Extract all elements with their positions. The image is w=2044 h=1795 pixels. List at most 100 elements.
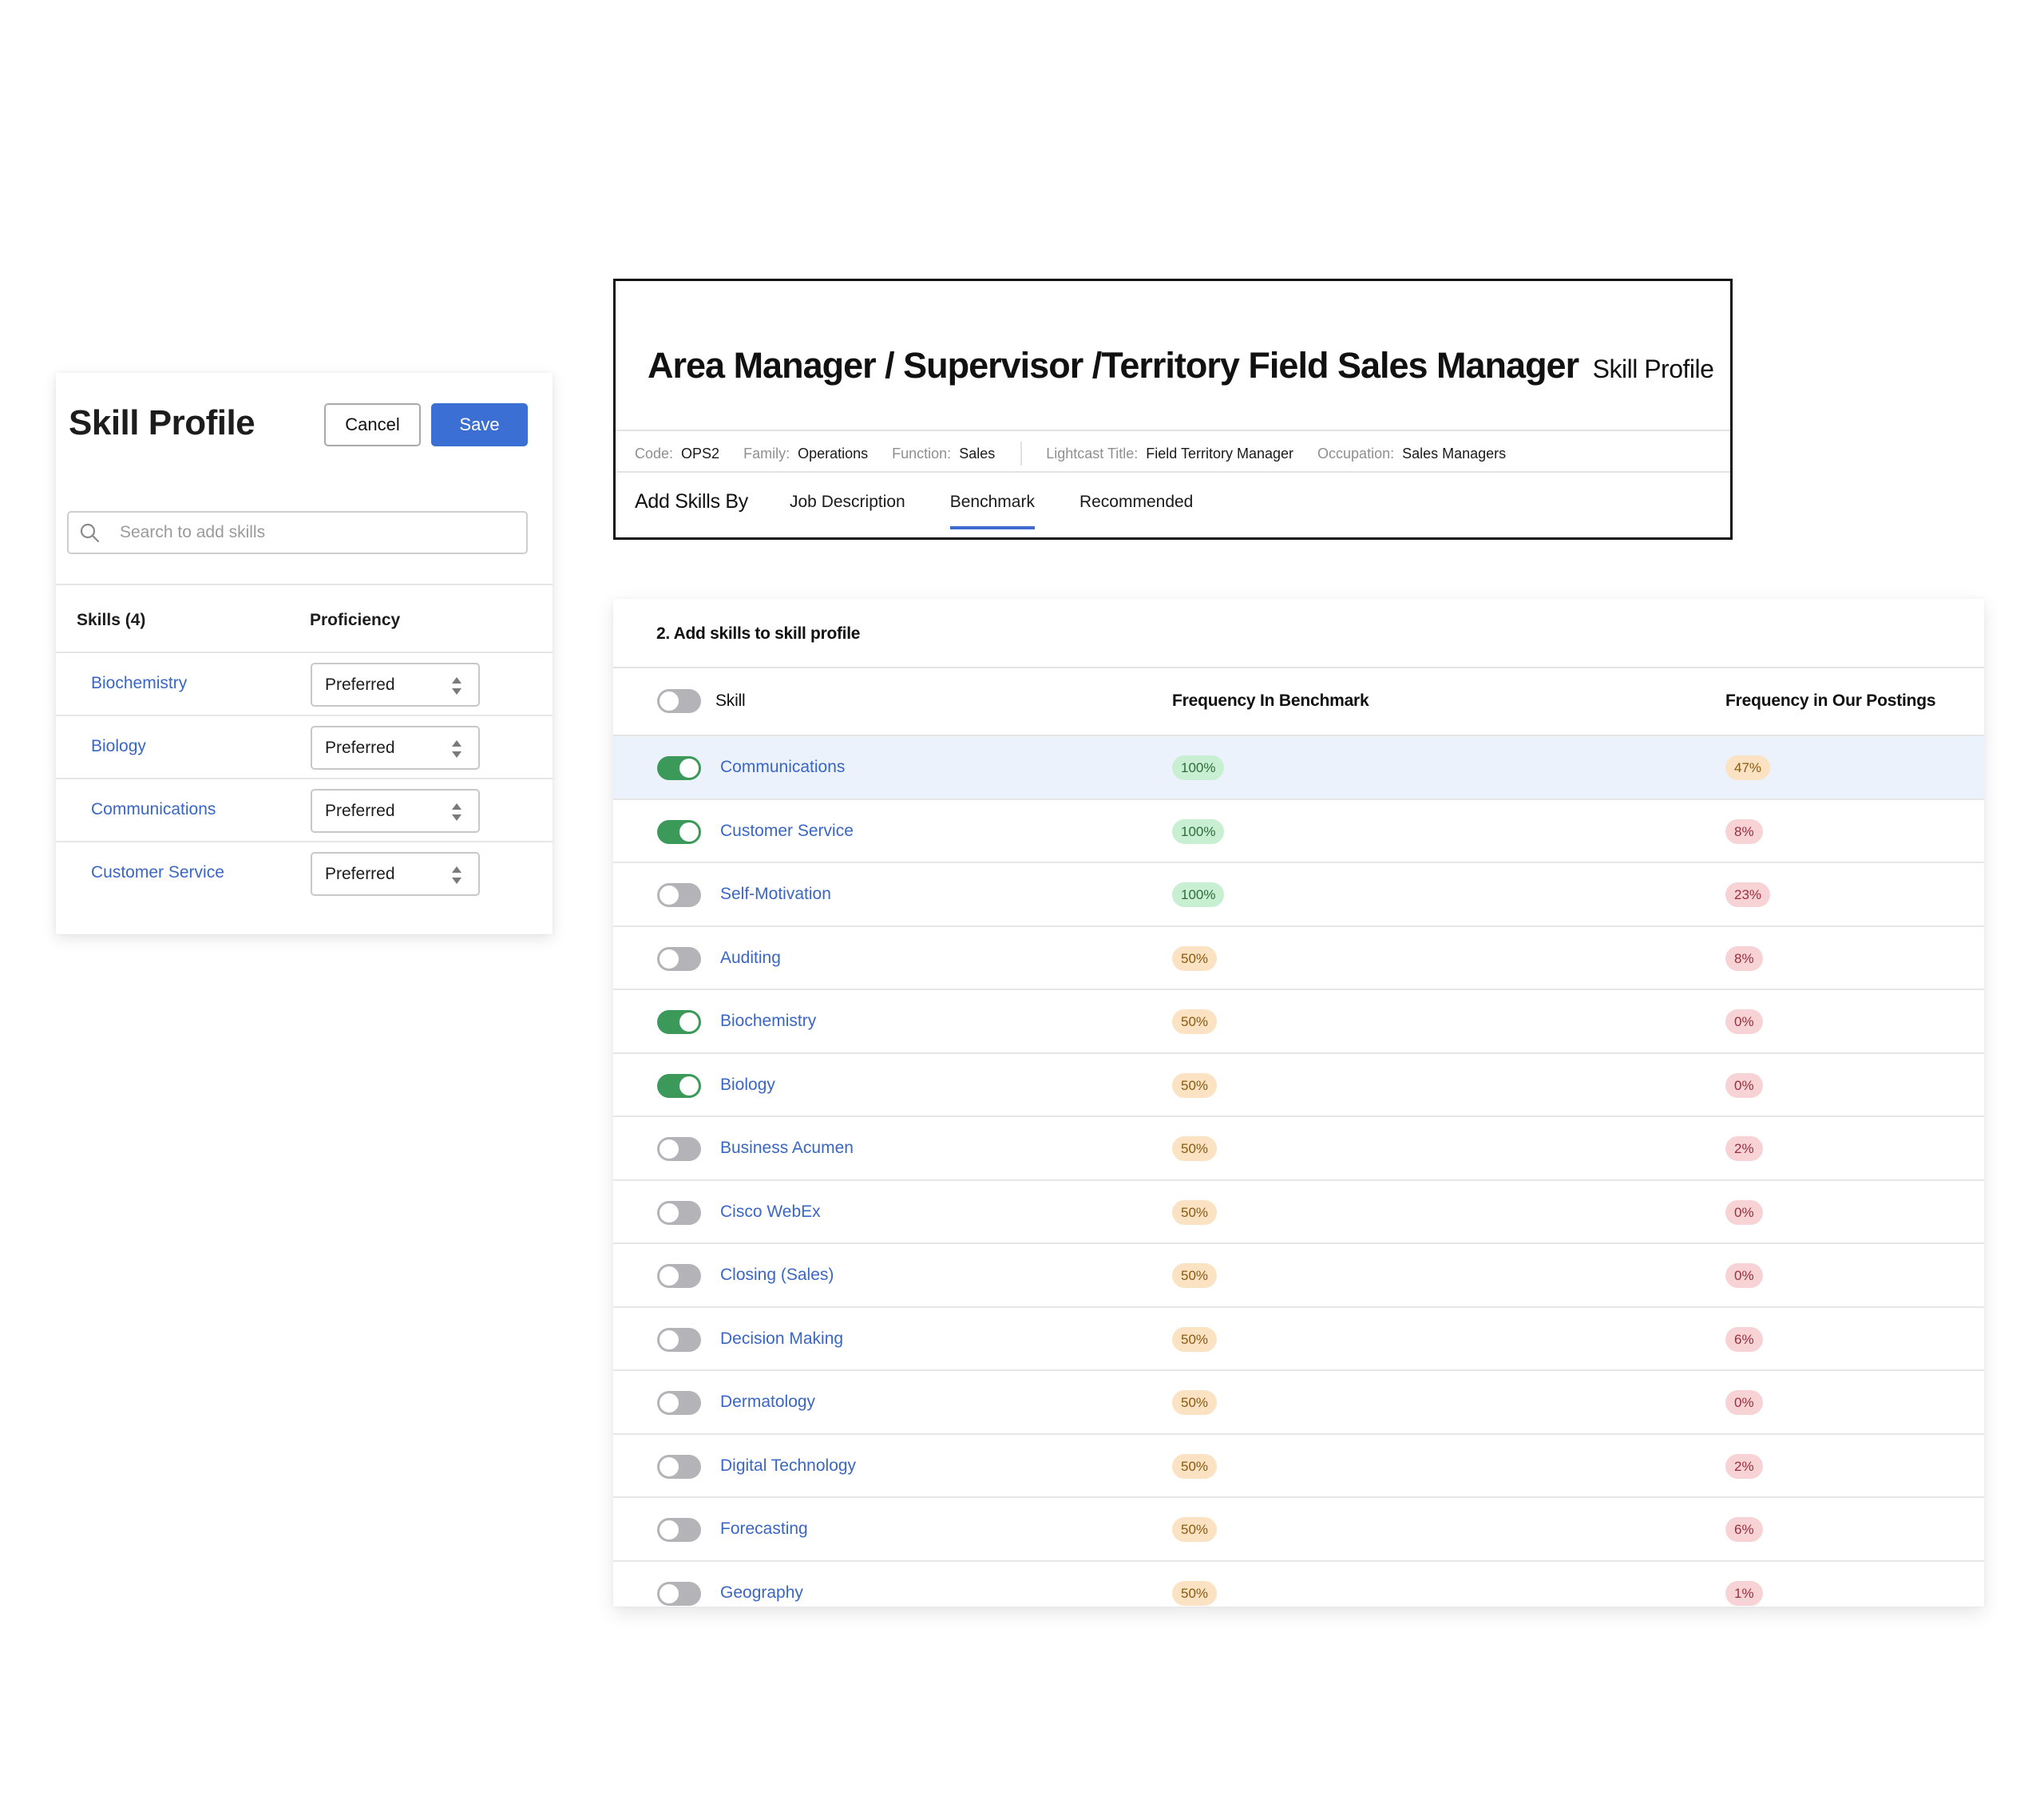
benchmark-skills-table: 2. Add skills to skill profile Skill Fre… bbox=[613, 599, 1984, 1607]
skill-link[interactable]: Dermatology bbox=[720, 1393, 815, 1412]
skill-row: Digital Technology 50% 2% bbox=[613, 1435, 1984, 1498]
skill-link[interactable]: Digital Technology bbox=[720, 1456, 856, 1476]
profile-skill-row: Biochemistry Preferred bbox=[56, 653, 553, 716]
toggle-knob bbox=[679, 1012, 699, 1032]
toggle-knob bbox=[679, 822, 699, 842]
skill-row: Closing (Sales) 50% 0% bbox=[613, 1244, 1984, 1308]
skill-search[interactable] bbox=[67, 511, 528, 554]
proficiency-value: Preferred bbox=[325, 738, 395, 757]
postings-frequency-badge: 2% bbox=[1725, 1136, 1763, 1161]
benchmark-frequency-badge: 50% bbox=[1172, 945, 1218, 971]
skill-link[interactable]: Customer Service bbox=[720, 822, 854, 841]
save-button[interactable]: Save bbox=[431, 403, 528, 446]
meta-label: Code: bbox=[635, 445, 674, 462]
skill-toggle[interactable] bbox=[657, 1073, 701, 1098]
proficiency-select[interactable]: Preferred bbox=[311, 663, 480, 707]
tab-benchmark[interactable]: Benchmark bbox=[949, 493, 1036, 529]
benchmark-frequency-badge: 50% bbox=[1172, 1009, 1218, 1034]
proficiency-select[interactable]: Preferred bbox=[311, 852, 480, 896]
toggle-knob bbox=[660, 949, 679, 969]
skill-toggle[interactable] bbox=[657, 1391, 701, 1415]
skill-row: Dermatology 50% 0% bbox=[613, 1371, 1984, 1435]
job-title-text: Area Manager / Supervisor /Territory Fie… bbox=[648, 345, 1579, 386]
meta-label: Occupation: bbox=[1317, 445, 1395, 462]
proficiency-select[interactable]: Preferred bbox=[311, 789, 480, 833]
profile-skill-row: Customer Service Preferred bbox=[56, 842, 553, 905]
benchmark-frequency-badge: 50% bbox=[1172, 1263, 1218, 1288]
skill-link[interactable]: Cisco WebEx bbox=[720, 1203, 821, 1222]
skill-link[interactable]: Geography bbox=[720, 1583, 803, 1603]
skill-toggle[interactable] bbox=[657, 819, 701, 844]
benchmark-frequency-badge: 100% bbox=[1172, 818, 1225, 844]
meta-label: Function: bbox=[892, 445, 952, 462]
column-header-benchmark: Frequency In Benchmark bbox=[1172, 691, 1369, 710]
skill-row: Decision Making 50% 6% bbox=[613, 1308, 1984, 1371]
toggle-knob bbox=[660, 1456, 679, 1476]
postings-frequency-badge: 6% bbox=[1725, 1517, 1763, 1542]
skill-toggle[interactable] bbox=[657, 1137, 701, 1161]
benchmark-frequency-badge: 50% bbox=[1172, 1517, 1218, 1542]
skill-link[interactable]: Self-Motivation bbox=[720, 885, 831, 904]
skill-row: Auditing 50% 8% bbox=[613, 927, 1984, 990]
meta-code: Code: OPS2 bbox=[635, 446, 719, 462]
skill-toggle[interactable] bbox=[657, 1200, 701, 1225]
select-stepper-icon bbox=[452, 677, 461, 695]
benchmark-frequency-badge: 50% bbox=[1172, 1326, 1218, 1352]
skill-link[interactable]: Forecasting bbox=[720, 1520, 808, 1539]
skill-link[interactable]: Communications bbox=[720, 758, 845, 777]
add-skills-tabs: Add Skills By Job Description Benchmark … bbox=[635, 490, 1238, 529]
toggle-knob bbox=[660, 1583, 679, 1603]
skill-row: Business Acumen 50% 2% bbox=[613, 1117, 1984, 1181]
profile-skill-link[interactable]: Communications bbox=[91, 800, 216, 819]
proficiency-select[interactable]: Preferred bbox=[311, 726, 480, 770]
skill-link[interactable]: Biochemistry bbox=[720, 1012, 816, 1031]
skill-toggle[interactable] bbox=[657, 946, 701, 971]
skill-profile-panel: Skill Profile Cancel Save Skills (4) Pro… bbox=[56, 373, 553, 934]
skill-toggle[interactable] bbox=[657, 1518, 701, 1542]
profile-skill-link[interactable]: Customer Service bbox=[91, 863, 224, 882]
job-meta-row: Code: OPS2 Family: Operations Function: … bbox=[635, 442, 1530, 466]
skill-link[interactable]: Biology bbox=[720, 1076, 775, 1095]
search-input[interactable] bbox=[120, 523, 503, 542]
skill-row: Biochemistry 50% 0% bbox=[613, 990, 1984, 1054]
column-header-postings: Frequency in Our Postings bbox=[1725, 691, 1936, 710]
skill-row: Geography 50% 1% bbox=[613, 1562, 1984, 1607]
skill-row: Biology 50% 0% bbox=[613, 1054, 1984, 1117]
profile-skill-link[interactable]: Biochemistry bbox=[91, 674, 187, 693]
select-all-toggle[interactable] bbox=[657, 689, 701, 713]
toggle-knob bbox=[660, 1393, 679, 1413]
meta-value: Field Territory Manager bbox=[1146, 445, 1294, 462]
skill-link[interactable]: Decision Making bbox=[720, 1329, 843, 1349]
tab-job-description[interactable]: Job Description bbox=[790, 493, 905, 512]
meta-value: Sales bbox=[959, 445, 996, 462]
postings-frequency-badge: 0% bbox=[1725, 1072, 1763, 1098]
job-header-card: Area Manager / Supervisor /Territory Fie… bbox=[613, 279, 1733, 540]
profile-skill-row: Biology Preferred bbox=[56, 716, 553, 779]
skill-toggle[interactable] bbox=[657, 1581, 701, 1606]
divider bbox=[616, 430, 1730, 431]
skill-link[interactable]: Closing (Sales) bbox=[720, 1266, 834, 1285]
skill-link[interactable]: Auditing bbox=[720, 949, 781, 968]
toggle-knob bbox=[660, 1329, 679, 1349]
tabs-label: Add Skills By bbox=[635, 490, 748, 513]
skill-toggle[interactable] bbox=[657, 1010, 701, 1034]
panel-title: Skill Profile bbox=[69, 403, 256, 442]
skill-toggle[interactable] bbox=[657, 1454, 701, 1479]
skill-toggle[interactable] bbox=[657, 1327, 701, 1352]
benchmark-frequency-badge: 50% bbox=[1172, 1136, 1218, 1161]
skill-toggle[interactable] bbox=[657, 883, 701, 907]
benchmark-frequency-badge: 100% bbox=[1172, 755, 1225, 780]
cancel-button[interactable]: Cancel bbox=[324, 403, 421, 446]
profile-skill-link[interactable]: Biology bbox=[91, 737, 146, 756]
skill-toggle[interactable] bbox=[657, 1264, 701, 1288]
skill-toggle[interactable] bbox=[657, 756, 701, 780]
proficiency-column-header: Proficiency bbox=[310, 611, 401, 629]
tab-recommended[interactable]: Recommended bbox=[1079, 493, 1193, 512]
postings-frequency-badge: 23% bbox=[1725, 882, 1771, 907]
skill-link[interactable]: Business Acumen bbox=[720, 1139, 854, 1158]
postings-frequency-badge: 0% bbox=[1725, 1009, 1763, 1034]
toggle-knob bbox=[679, 759, 699, 778]
meta-occupation: Occupation: Sales Managers bbox=[1317, 446, 1506, 462]
benchmark-frequency-badge: 50% bbox=[1172, 1199, 1218, 1225]
meta-label: Family: bbox=[743, 445, 790, 462]
